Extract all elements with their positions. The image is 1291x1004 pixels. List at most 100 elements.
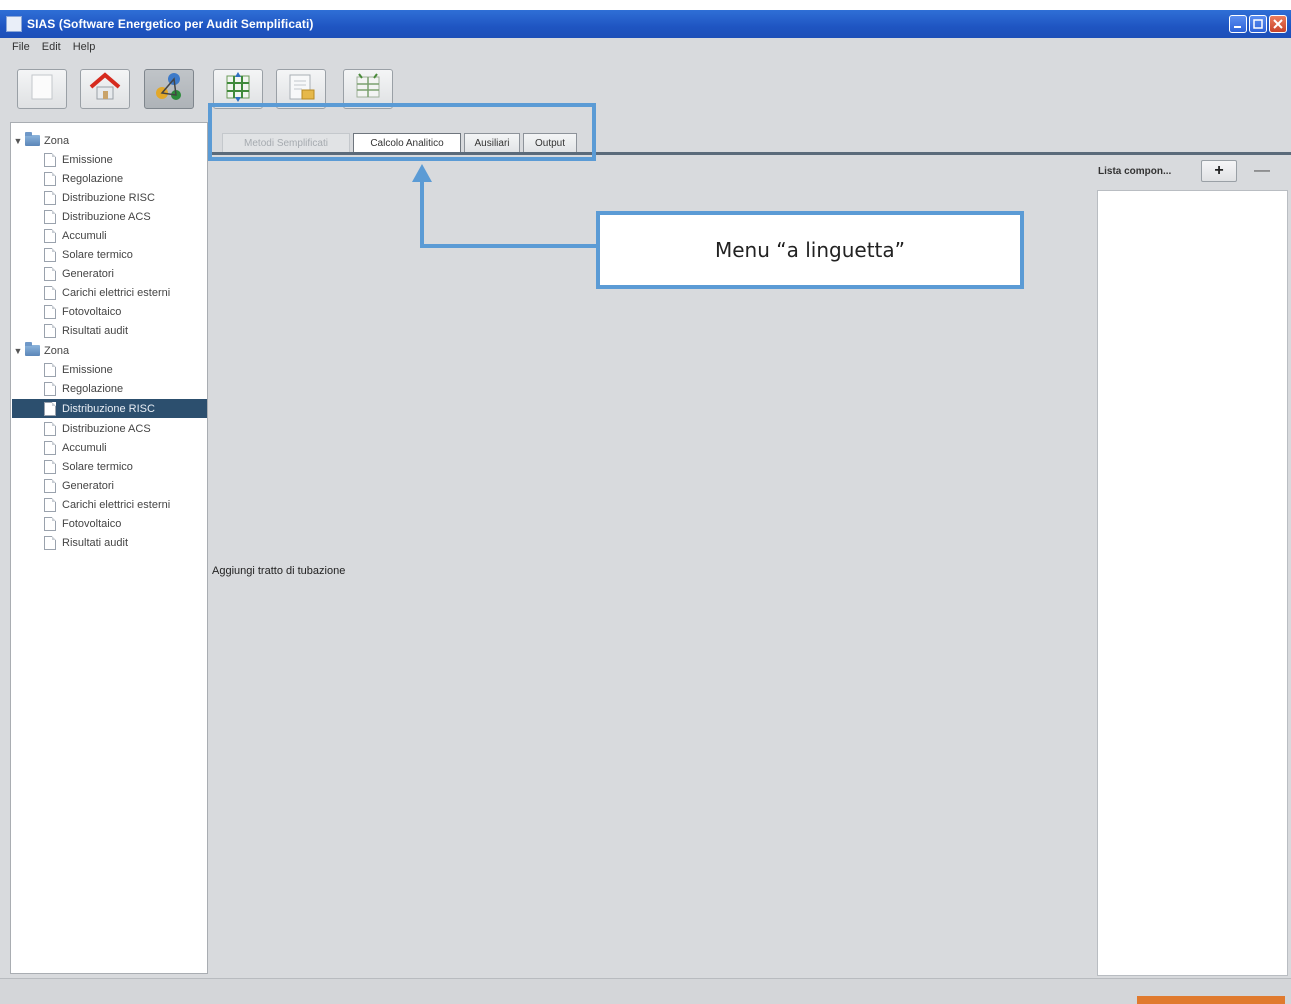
- tree-item[interactable]: Accumuli: [44, 226, 107, 245]
- tree-item[interactable]: Regolazione: [44, 379, 123, 398]
- project-tree[interactable]: ▼ Zona Emissione Regolazione Distribuzio…: [10, 122, 208, 974]
- document-icon: [44, 535, 56, 550]
- tree-item-label: Fotovoltaico: [62, 517, 122, 530]
- tree-item[interactable]: Fotovoltaico: [44, 302, 121, 321]
- document-icon: [44, 516, 56, 531]
- document-icon: [44, 304, 56, 319]
- tree-item[interactable]: Distribuzione ACS: [44, 207, 151, 226]
- document-icon: [44, 228, 56, 243]
- component-list-header: Lista compon... + —: [1096, 156, 1291, 186]
- blank-document-icon: [29, 73, 55, 106]
- tree-item[interactable]: Distribuzione ACS: [44, 419, 151, 438]
- network-button[interactable]: [144, 69, 194, 109]
- tree-item[interactable]: Carichi elettrici esterni: [44, 283, 170, 302]
- document-icon: [44, 247, 56, 262]
- document-icon: [44, 152, 56, 167]
- tree-item-label: Regolazione: [62, 382, 124, 395]
- document-icon: [44, 323, 56, 338]
- grid-arrows-icon: [223, 71, 253, 107]
- annotation-arrow-line: [420, 244, 598, 248]
- tree-item-label: Risultati audit: [62, 324, 129, 337]
- annotation-arrow-line: [420, 178, 424, 248]
- home-button[interactable]: [80, 69, 130, 109]
- tree-item-label: Solare termico: [62, 460, 133, 473]
- document-icon: [44, 478, 56, 493]
- expand-arrow-icon[interactable]: ▼: [13, 346, 23, 356]
- table-arrows-icon: [353, 72, 383, 107]
- document-icon: [44, 209, 56, 224]
- annotation-highlight-box: [208, 103, 596, 161]
- tree-zone-node[interactable]: ▼ Zona: [13, 341, 69, 360]
- tree-item[interactable]: Distribuzione RISC: [44, 188, 155, 207]
- tree-zone-label: Zona: [44, 134, 70, 147]
- tree-item-label: Risultati audit: [62, 536, 129, 549]
- tree-item-label: Accumuli: [62, 441, 107, 454]
- menu-edit[interactable]: Edit: [36, 41, 67, 53]
- tree-item-label: Fotovoltaico: [62, 305, 122, 318]
- tree-item[interactable]: Solare termico: [44, 245, 133, 264]
- minus-icon: —: [1254, 162, 1270, 179]
- document-icon: [44, 171, 56, 186]
- tree-item-label: Generatori: [62, 479, 114, 492]
- tree-item-label: Generatori: [62, 267, 114, 280]
- tree-item-label: Emissione: [62, 363, 113, 376]
- toolbar: [0, 60, 1291, 124]
- tree-item[interactable]: Risultati audit: [44, 321, 128, 340]
- document-icon: [44, 497, 56, 512]
- component-list-panel: Lista compon... + —: [1096, 156, 1291, 976]
- tree-item[interactable]: Emissione: [44, 150, 113, 169]
- document-icon: [44, 190, 56, 205]
- tree-item-selected[interactable]: Distribuzione RISC: [12, 399, 207, 418]
- title-bar: SIAS (Software Energetico per Audit Semp…: [0, 10, 1291, 38]
- tree-item-label: Carichi elettrici esterni: [62, 286, 171, 299]
- expand-arrow-icon[interactable]: ▼: [13, 136, 23, 146]
- window-title: SIAS (Software Energetico per Audit Semp…: [27, 17, 314, 31]
- status-bar: [0, 978, 1291, 1004]
- tree-item-label: Regolazione: [62, 172, 124, 185]
- home-icon: [88, 71, 122, 107]
- document-icon: [44, 266, 56, 281]
- tree-item[interactable]: Risultati audit: [44, 533, 128, 552]
- annotation-callout-text: Menu “a linguetta”: [714, 238, 905, 262]
- component-list-title: Lista compon...: [1098, 165, 1172, 177]
- tree-item-label: Carichi elettrici esterni: [62, 498, 171, 511]
- tree-zone-node[interactable]: ▼ Zona: [13, 131, 69, 150]
- document-icon: [44, 362, 56, 377]
- tree-item-label: Distribuzione RISC: [62, 402, 155, 415]
- minimize-icon[interactable]: [1229, 15, 1247, 33]
- tree-item-label: Distribuzione ACS: [62, 210, 151, 223]
- document-icon: [44, 401, 56, 416]
- tree-item[interactable]: Fotovoltaico: [44, 514, 121, 533]
- add-pipe-section-label: Aggiungi tratto di tubazione: [212, 565, 346, 577]
- add-component-button[interactable]: +: [1201, 160, 1237, 182]
- window-controls: [1229, 15, 1287, 33]
- document-icon: [44, 459, 56, 474]
- tree-item-label: Accumuli: [62, 229, 107, 242]
- document-icon: [44, 381, 56, 396]
- document-icon: [44, 440, 56, 455]
- tree-item-label: Emissione: [62, 153, 113, 166]
- new-document-button[interactable]: [17, 69, 67, 109]
- document-icon: [44, 285, 56, 300]
- tree-item-label: Distribuzione RISC: [62, 191, 155, 204]
- export-document-icon: [286, 72, 316, 107]
- tree-item[interactable]: Emissione: [44, 360, 113, 379]
- tree-item[interactable]: Solare termico: [44, 457, 133, 476]
- maximize-icon[interactable]: [1249, 15, 1267, 33]
- component-list[interactable]: [1097, 190, 1288, 976]
- close-icon[interactable]: [1269, 15, 1287, 33]
- menu-bar: File Edit Help: [0, 38, 1291, 56]
- tree-item[interactable]: Carichi elettrici esterni: [44, 495, 170, 514]
- remove-component-button[interactable]: —: [1248, 160, 1276, 182]
- plus-icon: +: [1214, 162, 1224, 179]
- folder-icon: [25, 132, 40, 146]
- menu-file[interactable]: File: [0, 41, 36, 53]
- app-window: SIAS (Software Energetico per Audit Semp…: [0, 10, 1291, 1004]
- menu-help[interactable]: Help: [67, 41, 102, 53]
- network-nodes-icon: [152, 71, 186, 108]
- tree-item[interactable]: Regolazione: [44, 169, 123, 188]
- tree-item[interactable]: Generatori: [44, 476, 114, 495]
- tree-item[interactable]: Generatori: [44, 264, 114, 283]
- tree-item-label: Solare termico: [62, 248, 133, 261]
- tree-item[interactable]: Accumuli: [44, 438, 107, 457]
